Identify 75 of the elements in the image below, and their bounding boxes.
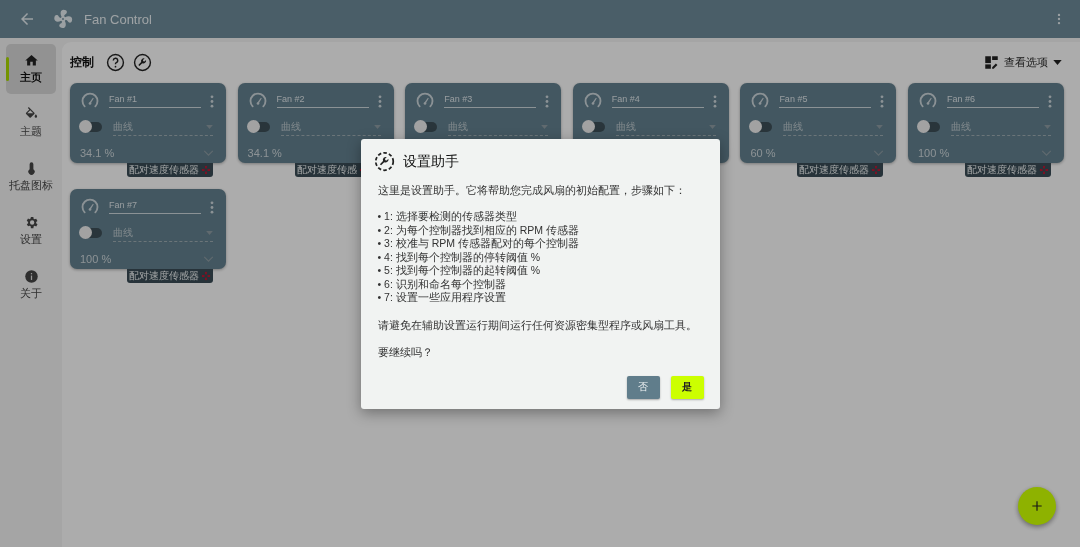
fan-name-field[interactable]: Fan #4 xyxy=(611,94,704,108)
fan-name-field[interactable]: Fan #5 xyxy=(779,94,872,108)
plus-icon xyxy=(1030,499,1044,513)
chevron-down-icon[interactable] xyxy=(873,150,885,156)
more-options-icon[interactable] xyxy=(712,94,717,108)
fan-name-field[interactable]: Fan #7 xyxy=(109,200,201,214)
more-options-icon[interactable] xyxy=(545,94,550,108)
nav-item[interactable]: 主页 xyxy=(6,44,56,94)
dropdown-caret-icon xyxy=(206,124,213,129)
fan-speed-reading: 100 % xyxy=(917,147,950,159)
step-item: • 6: 识别和命名每个控制器 xyxy=(377,277,507,292)
fan-logo-icon xyxy=(52,8,74,30)
more-options-icon[interactable] xyxy=(377,94,382,108)
fan-icon xyxy=(871,165,882,175)
dialog-title: 设置助手 xyxy=(402,152,459,171)
wrench-icon[interactable] xyxy=(133,52,152,72)
more-options-icon[interactable] xyxy=(210,94,214,108)
fan-name-field[interactable]: Fan #3 xyxy=(444,94,537,108)
pair-sensor-tag[interactable]: 配对速度传感器 xyxy=(964,163,1051,177)
help-icon[interactable] xyxy=(106,52,125,72)
question-text: 要继续吗？ xyxy=(377,344,434,359)
dropdown-caret-icon xyxy=(1043,124,1051,129)
more-options-icon[interactable] xyxy=(210,200,214,214)
toggle-switch[interactable] xyxy=(80,228,102,238)
toggle-switch[interactable] xyxy=(80,122,102,132)
fan-speed-reading: 34.1 % xyxy=(80,147,115,159)
dashboard-edit-icon xyxy=(984,54,999,70)
view-options-button[interactable]: 查看选项 xyxy=(984,54,1062,70)
pair-sensor-tag[interactable]: 配对速度传感器 xyxy=(797,163,884,177)
nav-item[interactable]: 托盘图标 xyxy=(6,152,56,202)
fan-name-field[interactable]: Fan #6 xyxy=(946,94,1039,108)
chevron-down-icon[interactable] xyxy=(1040,150,1052,156)
dropdown-caret-icon xyxy=(708,124,716,129)
toggle-switch[interactable] xyxy=(415,122,438,132)
more-options-icon[interactable] xyxy=(1047,94,1052,108)
step-item: • 1: 选择要检测的传感器类型 xyxy=(377,210,518,224)
step-item: • 4: 找到每个控制器的停转阈值 % xyxy=(377,250,542,265)
toggle-switch[interactable] xyxy=(582,122,605,132)
info-icon xyxy=(23,269,39,284)
fan-icon xyxy=(201,271,211,281)
fan-name-field[interactable]: Fan #1 xyxy=(109,94,201,108)
nav-item[interactable]: 关于 xyxy=(6,260,56,310)
fan-speed-reading: 100 % xyxy=(80,253,112,265)
dropdown-caret-icon xyxy=(373,124,381,129)
section-title: 控制 xyxy=(70,53,94,71)
fan-icon xyxy=(201,165,211,175)
nav-item[interactable]: 设置 xyxy=(6,206,56,256)
intro-text: 这里是设置助手。它将帮助您完成风扇的初始配置，步骤如下： xyxy=(377,183,687,198)
dropdown-caret-icon xyxy=(1053,59,1062,65)
fan-icon xyxy=(1038,165,1049,175)
warning-text: 请避免在辅助设置运行期间运行任何资源密集型程序或风扇工具。 xyxy=(377,317,698,332)
app-title: Fan Control xyxy=(84,11,152,27)
chevron-down-icon[interactable] xyxy=(203,256,214,262)
toggle-switch[interactable] xyxy=(917,122,940,132)
no-button[interactable]: 否 xyxy=(626,375,660,399)
nav-item[interactable]: 主题 xyxy=(6,98,56,148)
dropdown-caret-icon xyxy=(876,124,884,129)
step-item: • 5: 找到每个控制器的起转阈值 % xyxy=(377,264,542,278)
pair-sensor-tag[interactable]: 配对速度传感器 xyxy=(127,269,213,283)
chevron-down-icon[interactable] xyxy=(203,150,214,156)
yes-button[interactable]: 是 xyxy=(670,375,704,399)
dropdown-caret-icon xyxy=(541,124,549,129)
step-item: • 7: 设置一些应用程序设置 xyxy=(377,291,507,305)
toggle-switch[interactable] xyxy=(750,122,773,132)
step-item: • 3: 校准与 RPM 传感器配对的每个控制器 xyxy=(377,237,580,251)
dropdown-caret-icon xyxy=(206,230,213,235)
home-icon xyxy=(23,53,39,68)
fan-speed-reading: 34.1 % xyxy=(247,147,282,159)
wrench-icon xyxy=(373,151,395,173)
more-options-icon[interactable] xyxy=(880,94,885,108)
pair-sensor-tag[interactable]: 配对速度传感器 xyxy=(127,163,213,177)
fan-name-field[interactable]: Fan #2 xyxy=(276,94,369,108)
toggle-switch[interactable] xyxy=(247,122,270,132)
fan-speed-reading: 60 % xyxy=(750,147,776,159)
step-item: • 2: 为每个控制器找到相应的 RPM 传感器 xyxy=(377,223,580,238)
